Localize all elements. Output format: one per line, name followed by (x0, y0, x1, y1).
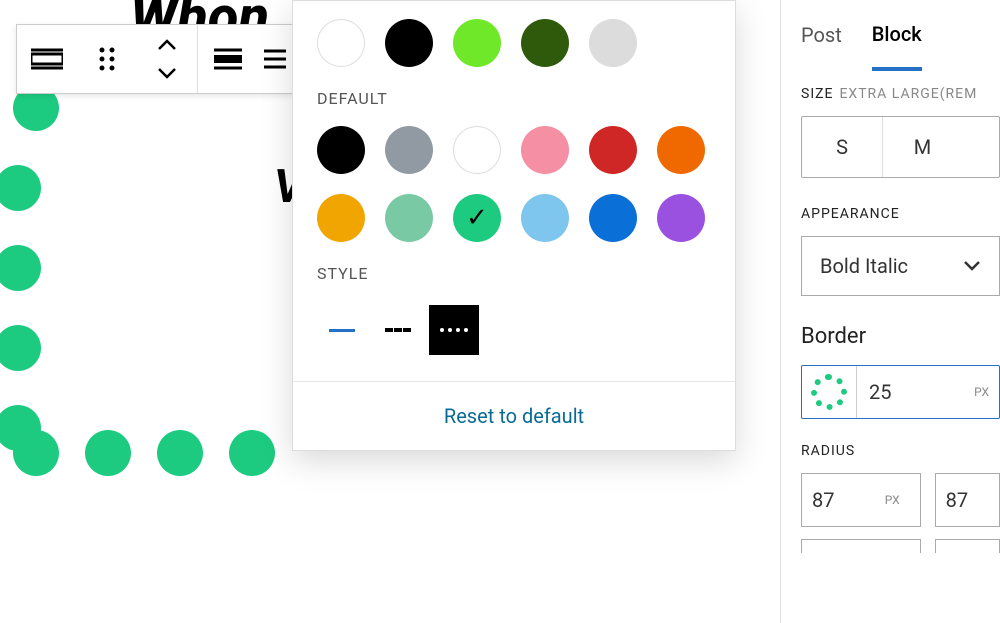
list-icon (264, 48, 286, 70)
block-toolbar (16, 24, 294, 94)
popover-footer: Reset to default (293, 381, 735, 450)
block-dotted-border (0, 80, 295, 500)
border-heading: Border (801, 324, 1000, 349)
color-swatch[interactable] (657, 194, 705, 242)
size-picker: S M (801, 116, 1000, 178)
color-swatch[interactable] (521, 194, 569, 242)
more-align-button[interactable] (257, 25, 293, 93)
align-icon (214, 48, 242, 70)
color-swatch[interactable] (385, 194, 433, 242)
tab-block[interactable]: Block (872, 1, 922, 71)
appearance-select[interactable]: Bold Italic (801, 236, 1000, 296)
color-swatch[interactable] (521, 19, 569, 67)
size-label: SIZE (801, 86, 833, 102)
color-swatch[interactable] (657, 126, 705, 174)
check-icon: ✓ (466, 203, 488, 233)
style-solid[interactable] (317, 305, 367, 355)
chevron-down-icon (157, 67, 177, 79)
style-section-label: STYLE (317, 264, 711, 283)
color-swatch[interactable] (453, 19, 501, 67)
color-swatch[interactable] (317, 19, 365, 67)
border-unit: PX (974, 385, 999, 399)
color-swatch[interactable] (453, 126, 501, 174)
color-swatch[interactable] (589, 19, 637, 67)
default-section-label: DEFAULT (317, 89, 711, 108)
chevron-up-icon (157, 39, 177, 51)
appearance-label: APPEARANCE (801, 206, 1000, 222)
radius-tl[interactable]: 87PX (801, 473, 921, 527)
reset-link[interactable]: Reset to default (444, 404, 584, 428)
radius-label: RADIUS (801, 443, 1000, 459)
color-swatch[interactable] (589, 126, 637, 174)
chevron-down-icon (963, 260, 981, 272)
style-dotted[interactable] (429, 305, 479, 355)
radius-br[interactable] (935, 539, 1000, 553)
style-dashed[interactable] (373, 305, 423, 355)
color-swatch[interactable]: ✓ (453, 194, 501, 242)
border-control[interactable]: 25 PX (801, 365, 1000, 419)
color-swatch[interactable] (521, 126, 569, 174)
color-swatch[interactable] (385, 126, 433, 174)
size-current: EXTRA LARGE(REM (839, 86, 977, 102)
border-value[interactable]: 25 (856, 366, 974, 418)
border-preview-swatch[interactable] (805, 368, 853, 416)
radius-bl[interactable] (801, 539, 921, 553)
sidebar-tabs: Post Block (781, 0, 1000, 70)
settings-sidebar: Post Block SIZE EXTRA LARGE(REM S M APPE… (780, 0, 1000, 623)
color-popover: DEFAULT ✓ STYLE Reset to default (292, 0, 736, 451)
border-style-options (317, 305, 711, 355)
color-swatch[interactable] (385, 19, 433, 67)
align-button[interactable] (197, 25, 257, 93)
radius-controls: 87PX 87 (801, 473, 1000, 527)
appearance-value: Bold Italic (820, 254, 908, 278)
theme-swatch-row (317, 1, 711, 67)
drag-icon (99, 47, 115, 71)
drag-handle[interactable] (77, 25, 137, 93)
default-swatch-row: ✓ (317, 108, 711, 242)
block-icon (31, 48, 63, 70)
move-updown[interactable] (137, 25, 197, 93)
size-m[interactable]: M (882, 117, 962, 177)
color-swatch[interactable] (589, 194, 637, 242)
radius-tr[interactable]: 87 (935, 473, 1000, 527)
size-s[interactable]: S (802, 117, 882, 177)
color-swatch[interactable] (317, 194, 365, 242)
dotted-ring-icon (811, 374, 847, 410)
tab-post[interactable]: Post (801, 0, 842, 70)
color-swatch[interactable] (317, 126, 365, 174)
block-type-button[interactable] (17, 25, 77, 93)
